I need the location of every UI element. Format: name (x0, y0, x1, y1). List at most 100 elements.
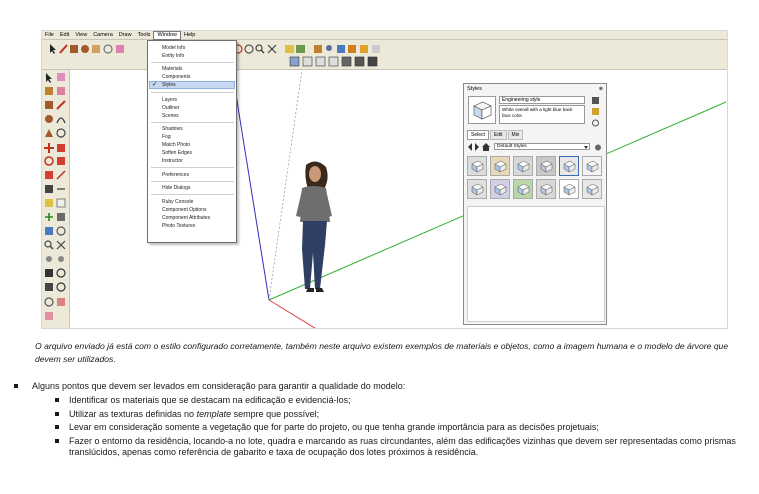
refresh-icon[interactable] (592, 119, 599, 127)
tab-edit[interactable]: Edit (489, 130, 507, 140)
menu-edit[interactable]: Edit (57, 31, 72, 40)
style-thumbnail[interactable] (536, 156, 556, 176)
offset-icon[interactable] (56, 170, 66, 180)
rotate-icon[interactable] (44, 156, 54, 166)
back-arrow-icon[interactable] (468, 143, 472, 151)
shaded-view-icon[interactable] (367, 56, 378, 67)
follow-me-icon[interactable] (57, 157, 65, 165)
layout-icon[interactable] (372, 45, 380, 53)
section-display-icon[interactable] (56, 282, 66, 292)
orbit-icon[interactable] (56, 226, 66, 236)
menu-camera[interactable]: Camera (90, 31, 116, 40)
walk-icon[interactable] (45, 283, 53, 291)
eraser-tool-icon[interactable] (116, 45, 124, 53)
move-icon[interactable] (44, 143, 54, 153)
extension-icon[interactable] (360, 45, 368, 53)
sandbox-icon[interactable] (44, 297, 54, 307)
zoom-tool-icon[interactable] (255, 44, 265, 54)
zoom-icon[interactable] (44, 240, 54, 250)
3d-text-icon[interactable] (57, 213, 65, 221)
warehouse-icon[interactable] (348, 45, 356, 53)
details-icon[interactable] (595, 144, 601, 151)
window-menu-item-instructor[interactable]: Instructor (162, 157, 183, 165)
drape-icon[interactable] (57, 298, 65, 306)
window-menu-item-component-options[interactable]: Component Options (162, 206, 206, 214)
left-view-icon[interactable] (354, 56, 365, 67)
menu-draw[interactable]: Draw (116, 31, 135, 40)
arc-icon[interactable] (56, 117, 66, 124)
back-view-icon[interactable] (341, 56, 352, 67)
window-menu-item-ruby-console[interactable]: Ruby Console (162, 198, 193, 206)
create-style-icon[interactable] (592, 108, 599, 115)
axes-icon[interactable] (45, 213, 53, 221)
window-menu-item-outliner[interactable]: Outliner (162, 104, 180, 112)
window-menu-item-match-photo[interactable]: Match Photo (162, 141, 190, 149)
paint-icon[interactable] (45, 312, 53, 320)
front-view-icon[interactable] (315, 56, 326, 67)
window-menu-item-model-info[interactable]: Model Info (162, 44, 185, 52)
home-icon[interactable] (482, 143, 490, 151)
menu-help[interactable]: Help (181, 31, 198, 40)
orbit-tool-icon[interactable] (103, 44, 113, 54)
human-figure[interactable] (296, 161, 332, 292)
top-view-icon[interactable] (302, 56, 313, 67)
push-pull-icon[interactable] (57, 144, 65, 152)
window-menu-item-scenes[interactable]: Scenes (162, 112, 179, 120)
style-thumbnail[interactable] (582, 179, 602, 199)
person-icon[interactable] (326, 45, 332, 51)
walk-tool-icon[interactable] (244, 44, 254, 54)
window-menu-item-components[interactable]: Components (162, 73, 190, 81)
tab-mix[interactable]: Mix (507, 130, 524, 140)
protractor-icon[interactable] (45, 199, 53, 207)
style-thumbnail[interactable] (490, 156, 510, 176)
menu-window[interactable]: Window (153, 31, 181, 40)
close-icon[interactable]: ⊗ (599, 86, 603, 92)
right-view-icon[interactable] (328, 56, 339, 67)
select-icon[interactable] (46, 73, 52, 83)
style-thumbnail[interactable] (467, 179, 487, 199)
window-menu-item-photo-textures[interactable]: Photo Textures (162, 222, 195, 230)
menu-file[interactable]: File (42, 31, 57, 40)
share-model-icon[interactable] (337, 45, 345, 53)
style-thumbnail[interactable] (559, 179, 579, 199)
style-description-field[interactable]: White overall with a light blue back fac… (499, 105, 585, 124)
style-thumbnail-scroll-area[interactable] (467, 206, 605, 322)
select-tool-icon[interactable] (50, 44, 56, 54)
look-around-icon[interactable] (56, 268, 66, 278)
polygon-icon[interactable] (45, 129, 53, 137)
circle-icon[interactable] (45, 115, 53, 123)
push-pull-tool-icon[interactable] (92, 45, 100, 53)
window-menu-item-styles[interactable]: Styles (162, 81, 176, 89)
zoom-window-icon[interactable] (56, 240, 66, 250)
tab-select[interactable]: Select (467, 130, 489, 140)
window-menu-item-layers[interactable]: Layers (162, 96, 177, 104)
menu-view[interactable]: View (72, 31, 90, 40)
make-component-icon[interactable] (45, 87, 53, 95)
window-menu-item-materials[interactable]: Materials (162, 65, 182, 73)
next-view-icon[interactable] (58, 256, 64, 262)
forward-arrow-icon[interactable] (475, 143, 479, 151)
photo-texture-icon[interactable] (285, 45, 294, 53)
style-thumbnail[interactable] (467, 156, 487, 176)
pencil-tool-icon[interactable] (59, 44, 68, 54)
iso-view-icon[interactable] (289, 56, 300, 67)
eraser-icon[interactable] (57, 87, 65, 95)
style-collection-select[interactable]: Default Styles (494, 143, 590, 150)
style-thumbnail[interactable] (582, 156, 602, 176)
window-menu-item-preferences[interactable]: Preferences (162, 171, 189, 179)
chevron-down-icon[interactable] (584, 146, 588, 149)
window-menu-item-hide-dialogs[interactable]: Hide Dialogs (162, 184, 190, 192)
style-thumbnail[interactable] (513, 179, 533, 199)
rectangle-icon[interactable] (45, 101, 53, 109)
component-icon[interactable] (314, 45, 322, 53)
window-menu-item-fog[interactable]: Fog (162, 133, 171, 141)
freehand-icon[interactable] (56, 128, 66, 138)
text-icon[interactable] (56, 198, 66, 208)
style-name-field[interactable]: Engineering style (499, 96, 585, 104)
map-icon[interactable] (296, 45, 305, 53)
section-plane-icon[interactable] (45, 227, 53, 235)
rectangle-tool-icon[interactable] (70, 45, 78, 53)
paint-bucket-icon[interactable] (57, 73, 65, 81)
style-thumbnail[interactable] (559, 156, 579, 176)
style-thumbnail[interactable] (490, 179, 510, 199)
